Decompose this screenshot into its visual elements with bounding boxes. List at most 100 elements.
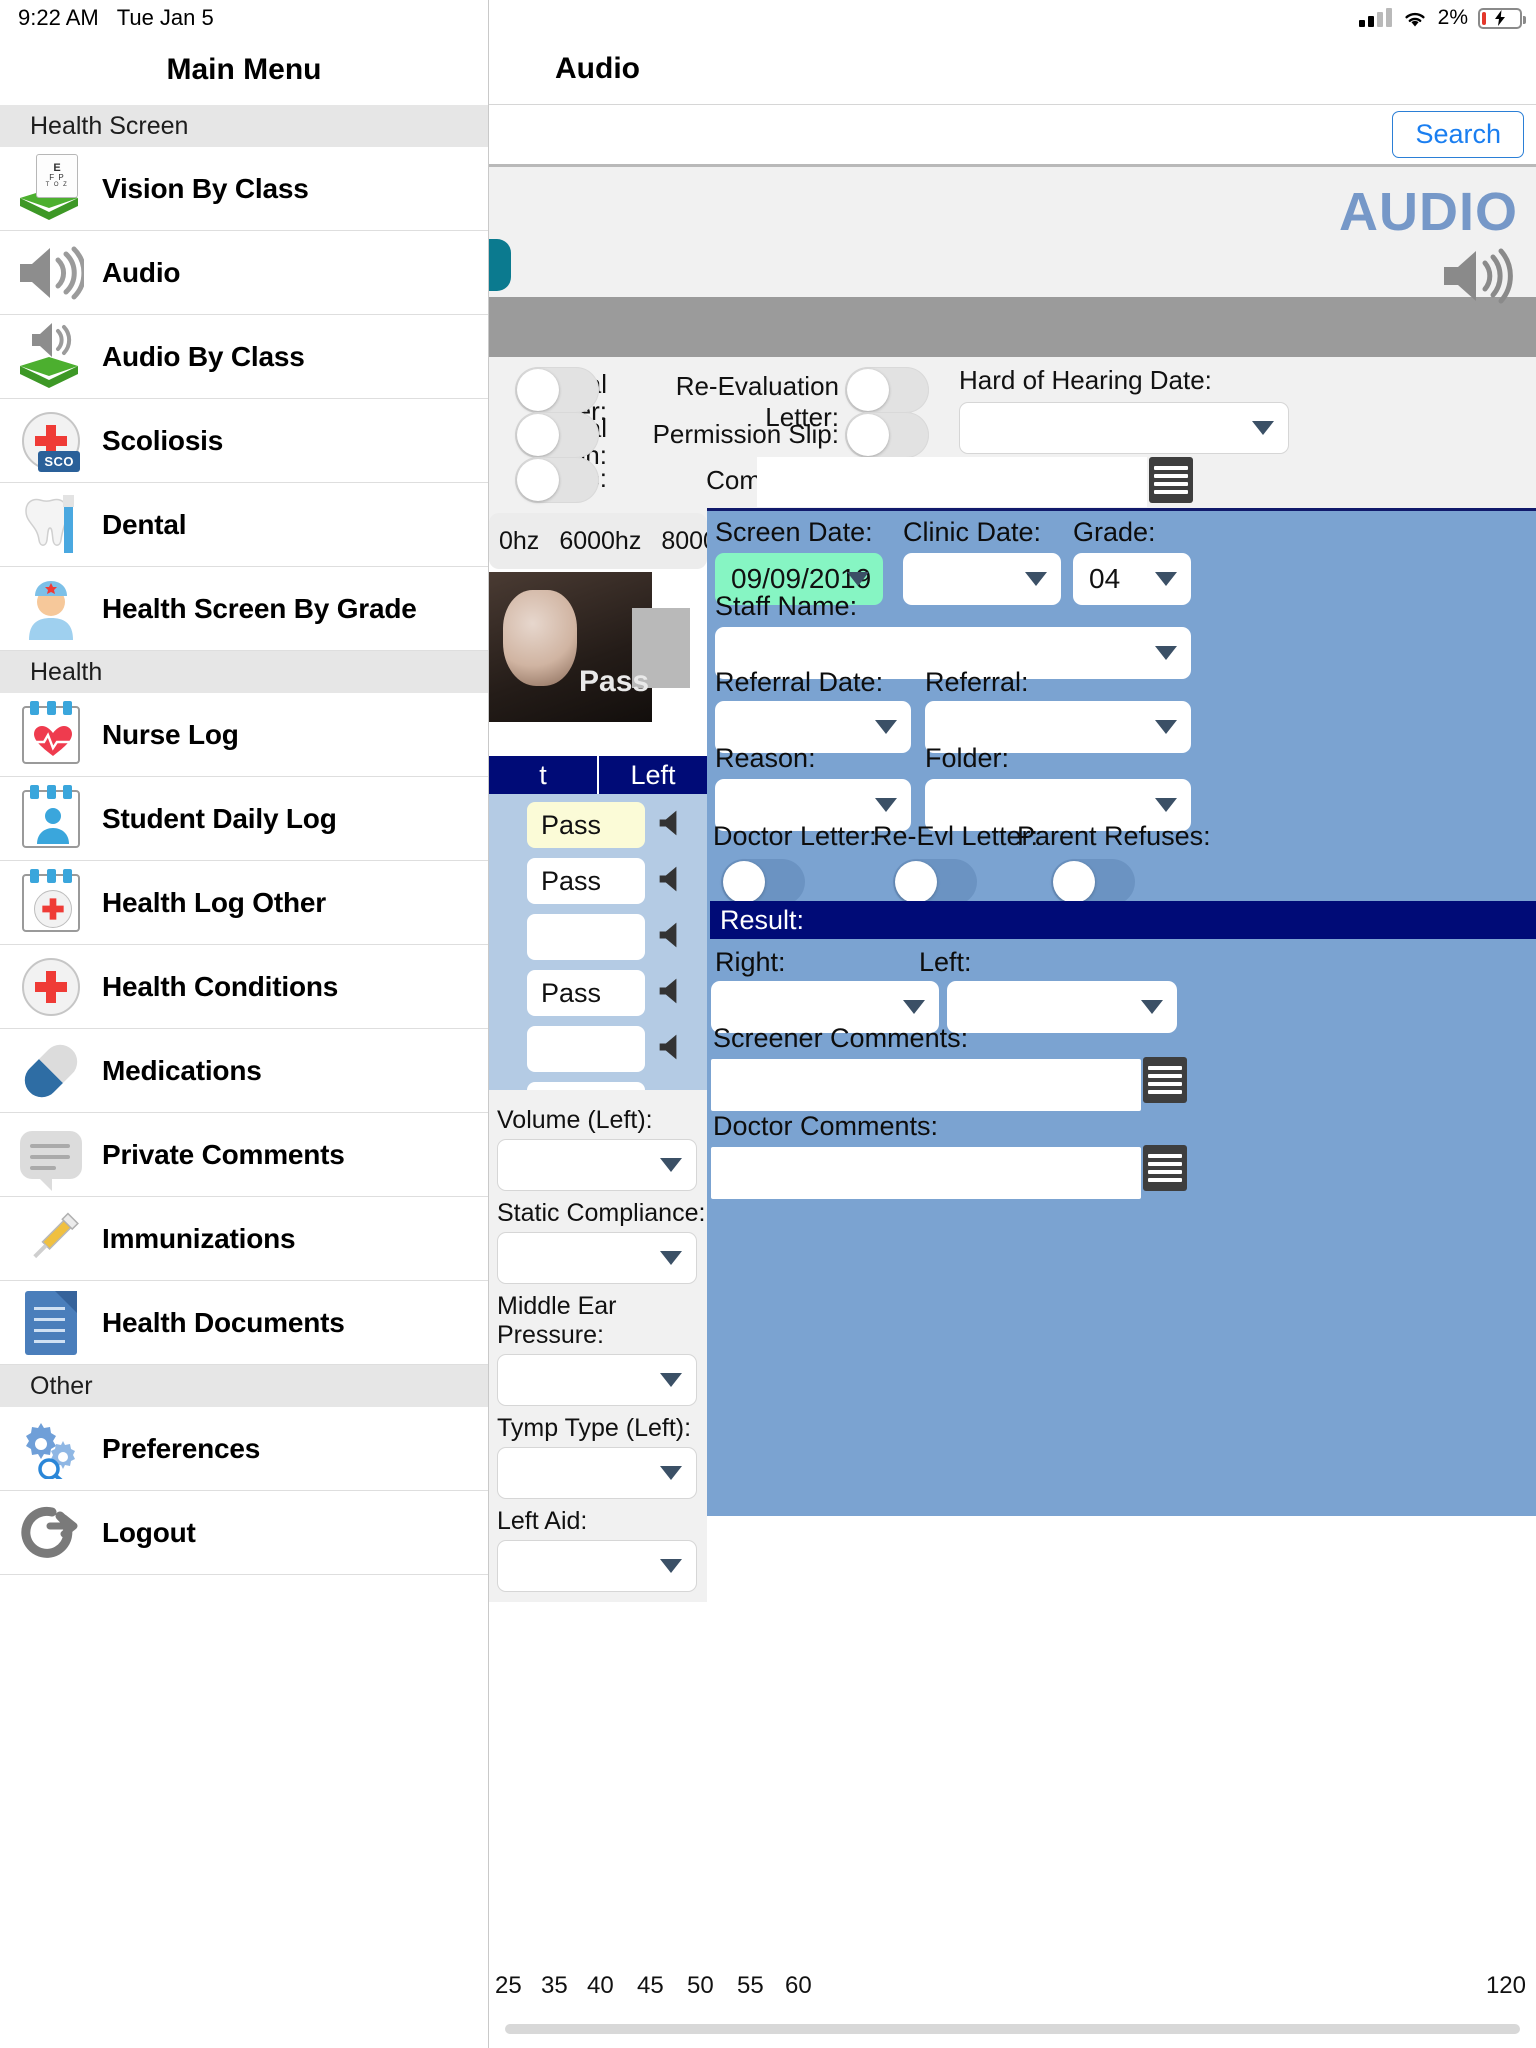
clinic-toggle[interactable]: [515, 457, 599, 503]
speaker-icon[interactable]: [657, 808, 687, 843]
sidebar-item-label: Audio By Class: [102, 340, 305, 372]
health-log-calendar-icon: [12, 866, 90, 940]
clinic-date-select[interactable]: [903, 553, 1061, 605]
hard-of-hearing-select[interactable]: [959, 402, 1289, 454]
volume-left-select[interactable]: [497, 1139, 697, 1191]
doctor-comments-label: Doctor Comments:: [713, 1111, 939, 1141]
re-evaluation-letter-toggle[interactable]: [845, 367, 929, 413]
tymp-type-left-select[interactable]: [497, 1447, 697, 1499]
volume-left-label: Volume (Left):: [497, 1106, 653, 1134]
sidebar-item-label: Private Comments: [102, 1138, 345, 1170]
toggle-knob: [723, 861, 765, 903]
left-aid-select[interactable]: [497, 1540, 697, 1592]
left-aid-label: Left Aid:: [497, 1507, 588, 1535]
search-bar: Search: [489, 105, 1536, 167]
horizontal-scrollbar[interactable]: [505, 2024, 1520, 2034]
grade-select[interactable]: 04: [1073, 553, 1191, 605]
screener-comments-label: Screener Comments:: [713, 1023, 969, 1053]
doctor-comments-input[interactable]: [711, 1147, 1141, 1199]
clinic-date-label: Clinic Date:: [903, 517, 1042, 547]
speaker-icon[interactable]: [657, 864, 687, 899]
sidebar-item-audio-by-class[interactable]: Audio By Class: [0, 315, 488, 399]
sidebar-item-label: Nurse Log: [102, 718, 239, 750]
sidebar-item-preferences[interactable]: Preferences: [0, 1407, 488, 1491]
sidebar-item-health-log-other[interactable]: Health Log Other: [0, 861, 488, 945]
notepad-icon[interactable]: [1143, 1057, 1187, 1103]
speaker-icon[interactable]: [657, 976, 687, 1011]
column-header-left: Left: [597, 756, 707, 794]
left-result-cell[interactable]: Pass: [527, 802, 645, 848]
sidebar-item-scoliosis[interactable]: SCO Scoliosis: [0, 399, 488, 483]
sidebar-item-audio[interactable]: Audio: [0, 231, 488, 315]
sidebar-item-label: Preferences: [102, 1432, 261, 1464]
sidebar-item-label: Health Log Other: [102, 886, 326, 918]
tooth-icon: [12, 488, 90, 562]
referral-date-label: Referral Date:: [715, 667, 884, 697]
search-button[interactable]: Search: [1392, 111, 1524, 158]
left-result-select[interactable]: [947, 981, 1177, 1033]
chevron-down-icon: [1155, 798, 1177, 812]
chevron-down-icon: [660, 1559, 682, 1573]
sidebar-item-label: Student Daily Log: [102, 802, 337, 834]
gears-icon: [12, 1412, 90, 1486]
additional-info-toggle[interactable]: [515, 412, 599, 458]
axis-tick: 45: [637, 1972, 664, 1999]
table-row: Pass: [489, 968, 707, 1018]
left-result-cell[interactable]: [527, 914, 645, 960]
axis-tick: 55: [737, 1972, 764, 1999]
sidebar-item-immunizations[interactable]: Immunizations: [0, 1197, 488, 1281]
status-time: 9:22 AM: [18, 5, 99, 30]
chevron-down-icon: [1155, 572, 1177, 586]
sco-badge: SCO: [38, 450, 80, 472]
comment-bubble-icon: [12, 1118, 90, 1192]
reason-label: Reason:: [715, 743, 816, 773]
permission-slip-toggle[interactable]: [845, 412, 929, 458]
sidebar-item-health-screen-by-grade[interactable]: Health Screen By Grade: [0, 567, 488, 651]
screener-comments-input[interactable]: [711, 1059, 1141, 1111]
sidebar-item-health-documents[interactable]: Health Documents: [0, 1281, 488, 1365]
notepad-icon[interactable]: [1143, 1145, 1187, 1191]
re-evl-letter-toggle[interactable]: [893, 859, 977, 905]
sidebar-item-private-comments[interactable]: Private Comments: [0, 1113, 488, 1197]
left-result-cell[interactable]: Pass: [527, 970, 645, 1016]
speaker-icon[interactable]: [657, 1032, 687, 1067]
screening-detail-panel: Screen Date: 09/09/2019 Clinic Date: Gra…: [707, 508, 1536, 1516]
sidebar-item-student-daily-log[interactable]: Student Daily Log: [0, 777, 488, 861]
static-compliance-select[interactable]: [497, 1232, 697, 1284]
sidebar-section-health: Health: [0, 651, 488, 693]
column-header-right: t: [539, 759, 547, 790]
medical-provider-toggle[interactable]: [515, 367, 599, 413]
chevron-down-icon: [660, 1373, 682, 1387]
side-tab-handle[interactable]: [489, 239, 511, 291]
nurse-log-calendar-icon: [12, 698, 90, 772]
sidebar-item-nurse-log[interactable]: Nurse Log: [0, 693, 488, 777]
folder-label: Folder:: [925, 743, 1010, 773]
comments-input[interactable]: [757, 457, 1147, 507]
student-photo: [489, 572, 652, 722]
frequency-strip: 0hz 6000hz 8000hz: [489, 513, 743, 569]
left-result-cell[interactable]: Pass: [527, 858, 645, 904]
sidebar-item-health-conditions[interactable]: Health Conditions: [0, 945, 488, 1029]
sidebar-item-dental[interactable]: Dental: [0, 483, 488, 567]
middle-ear-pressure-select[interactable]: [497, 1354, 697, 1406]
notepad-icon[interactable]: [1149, 457, 1193, 503]
sidebar-item-vision-by-class[interactable]: EF PT O Z Vision By Class: [0, 147, 488, 231]
result-section-header: Result:: [710, 901, 1536, 939]
doctor-letter-toggle[interactable]: [721, 859, 805, 905]
sidebar-item-label: Medications: [102, 1054, 262, 1086]
toggle-knob: [517, 369, 559, 411]
sidebar-item-label: Scoliosis: [102, 424, 224, 456]
left-result-cell[interactable]: [527, 1026, 645, 1072]
speaker-icon[interactable]: [657, 920, 687, 955]
sidebar-item-medications[interactable]: Medications: [0, 1029, 488, 1113]
sidebar: Main Menu Health Screen EF PT O Z Vision…: [0, 0, 489, 2048]
sidebar-item-label: Audio: [102, 256, 181, 288]
chevron-down-icon: [875, 798, 897, 812]
parent-refuses-toggle[interactable]: [1051, 859, 1135, 905]
toggle-knob: [895, 861, 937, 903]
sidebar-item-logout[interactable]: Logout: [0, 1491, 488, 1575]
gray-separator-bar: [489, 297, 1536, 357]
sidebar-item-label: Health Conditions: [102, 970, 339, 1002]
tymp-type-left-label: Tymp Type (Left):: [497, 1414, 692, 1442]
table-row: [489, 1024, 707, 1074]
